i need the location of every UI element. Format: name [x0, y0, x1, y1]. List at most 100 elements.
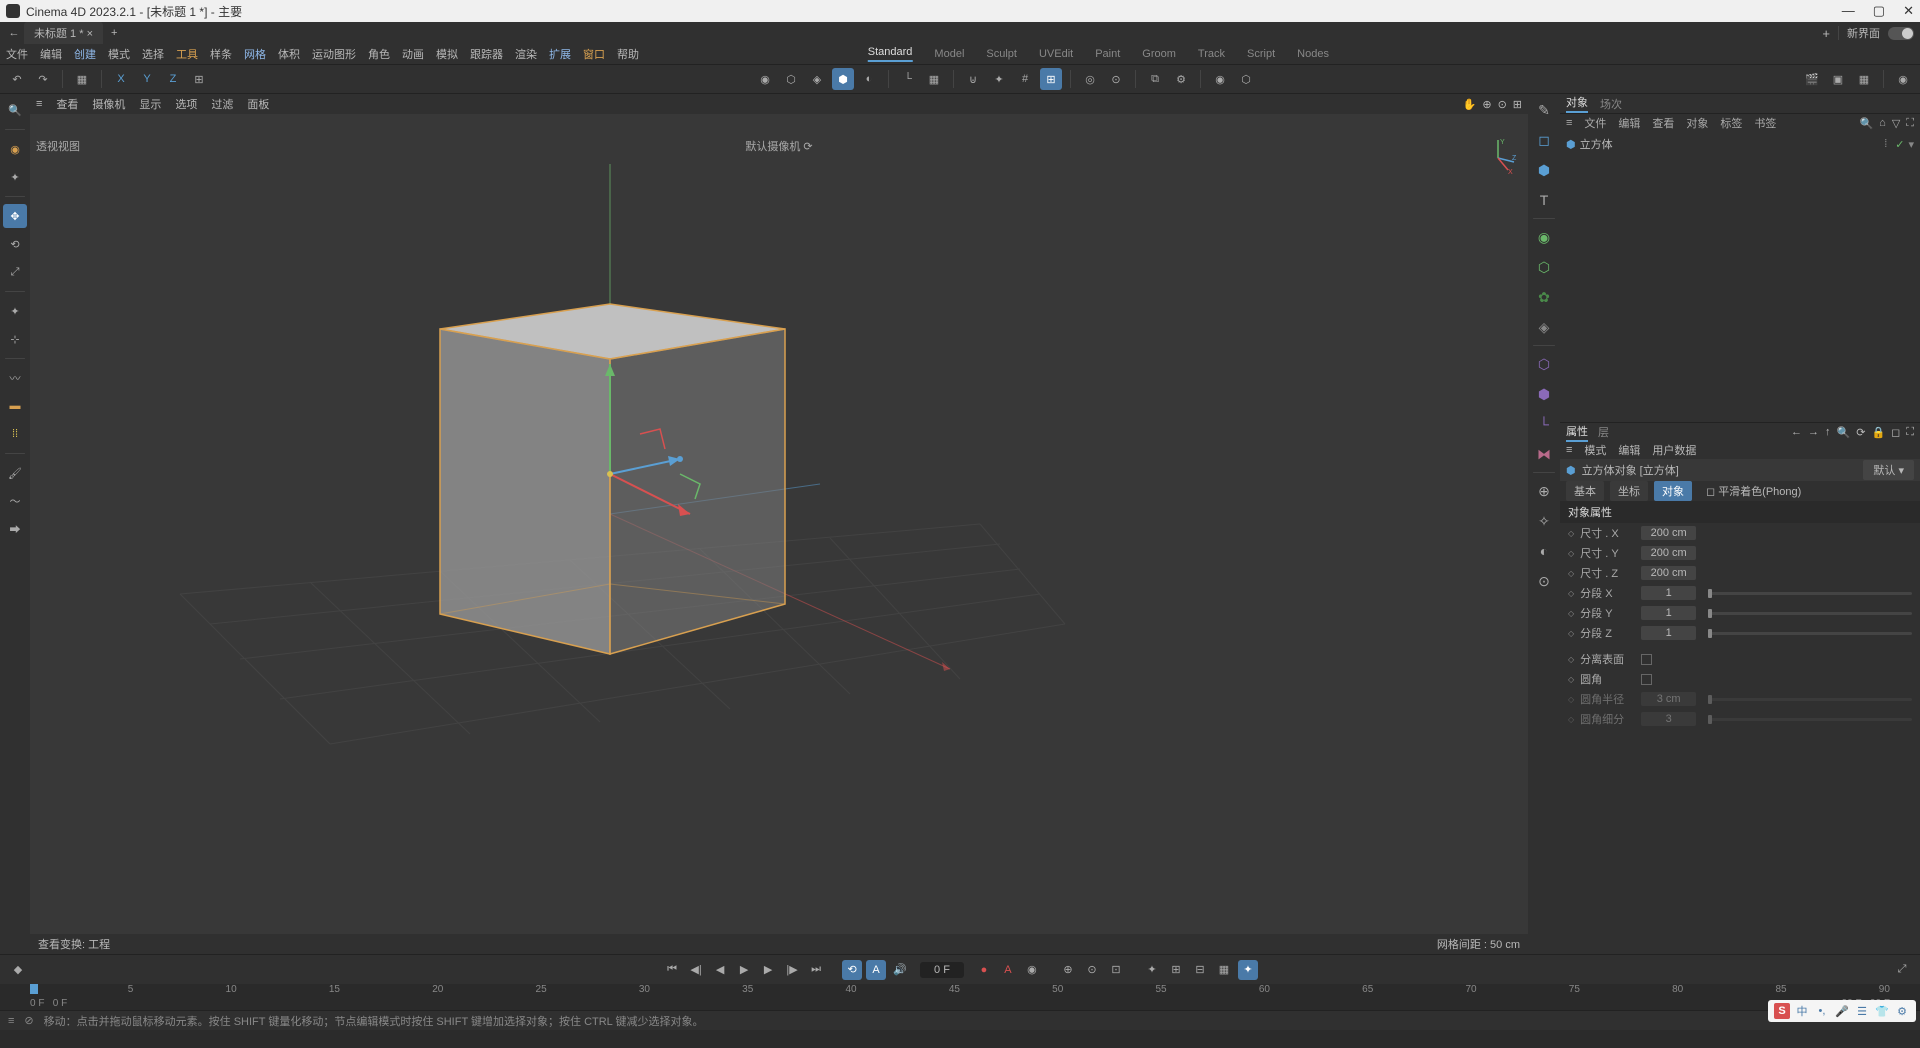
mirror-icon[interactable]: ⧉ — [1144, 68, 1166, 90]
obj-sub-tag[interactable]: 标签 — [1720, 115, 1742, 131]
poly-tool[interactable]: ▬ — [3, 394, 27, 418]
add-tab-button[interactable]: + — [103, 27, 125, 39]
point-tool[interactable]: ⁞⁞ — [3, 422, 27, 446]
cat-coord[interactable]: 坐标 — [1610, 481, 1648, 501]
menu-spline[interactable]: 样条 — [210, 46, 232, 62]
tab-layers[interactable]: 层 — [1598, 424, 1609, 440]
axis-z-button[interactable]: Z — [162, 68, 184, 90]
workspace-sculpt[interactable]: Sculpt — [986, 48, 1017, 60]
primitive-solid-icon[interactable]: ⬢ — [1532, 158, 1556, 182]
effector-icon[interactable]: ✿ — [1532, 285, 1556, 309]
viewport-menu-camera[interactable]: 摄像机 — [92, 96, 125, 112]
snap-2-icon[interactable]: ▦ — [923, 68, 945, 90]
menu-simulate[interactable]: 模拟 — [436, 46, 458, 62]
key-pos-button[interactable]: ⊕ — [1058, 960, 1078, 980]
obj-search-icon[interactable]: 🔍 — [1859, 117, 1873, 130]
minimize-button[interactable]: — — [1842, 3, 1855, 19]
axis-y-button[interactable]: Y — [136, 68, 158, 90]
menu-volume[interactable]: 体积 — [278, 46, 300, 62]
prop-field-3[interactable]: 1 — [1641, 586, 1696, 600]
sym-2-icon[interactable]: ⊙ — [1105, 68, 1127, 90]
menu-create[interactable]: 创建 — [74, 46, 96, 62]
ime-logo-icon[interactable]: S — [1774, 1003, 1790, 1019]
menu-tools[interactable]: 工具 — [176, 46, 198, 62]
obj-sub-file[interactable]: 文件 — [1584, 115, 1606, 131]
cat-basic[interactable]: 基本 — [1566, 481, 1604, 501]
prop-field-5[interactable]: 1 — [1641, 626, 1696, 640]
obj-expand-icon[interactable]: ⛶ — [1906, 117, 1914, 130]
scene-icon[interactable]: └ — [1532, 412, 1556, 436]
play-button[interactable]: ▶ — [734, 960, 754, 980]
key-anim-button[interactable]: ⊟ — [1190, 960, 1210, 980]
obj-sub-menu[interactable]: ≡ — [1566, 117, 1572, 129]
tree-item-cube[interactable]: ⬢ 立方体 ⁞ ✓ ▾ — [1566, 136, 1914, 152]
camera-icon[interactable]: ⊕ — [1532, 479, 1556, 503]
sym-1-icon[interactable]: ◎ — [1079, 68, 1101, 90]
attr-sub-edit[interactable]: 编辑 — [1618, 442, 1640, 458]
menu-window[interactable]: 窗口 — [583, 46, 605, 62]
current-frame[interactable]: 0 F — [920, 962, 964, 978]
viewport-menu-display[interactable]: 显示 — [139, 96, 161, 112]
status-menu-icon[interactable]: ≡ — [8, 1015, 14, 1027]
prop-field-0[interactable]: 200 cm — [1641, 526, 1696, 540]
key-all-button[interactable]: ▦ — [1214, 960, 1234, 980]
workspace-script[interactable]: Script — [1247, 48, 1275, 60]
cat-object[interactable]: 对象 — [1654, 481, 1692, 501]
primitive-cube-icon[interactable]: ◻ — [1532, 128, 1556, 152]
node-icon[interactable]: ⧓ — [1532, 442, 1556, 466]
snap-grid-icon[interactable]: # — [1014, 68, 1036, 90]
render-region-icon[interactable]: ▣ — [1827, 68, 1849, 90]
viewport-nav-rotate-icon[interactable]: ⊙ — [1498, 98, 1507, 111]
attr-expand-icon[interactable]: ⛶ — [1906, 426, 1914, 439]
viewport-nav-pan-icon[interactable]: ✋ — [1463, 98, 1477, 111]
key-icon[interactable]: ◆ — [8, 960, 28, 980]
tag-icon[interactable]: ⊙ — [1532, 569, 1556, 593]
attr-sub-userdata[interactable]: 用户数据 — [1652, 442, 1696, 458]
axis-tool[interactable]: ⊹ — [3, 327, 27, 351]
generator-icon[interactable]: ◉ — [1532, 225, 1556, 249]
obj-sub-bookmark[interactable]: 书签 — [1754, 115, 1776, 131]
round-radius-field[interactable]: 3 cm — [1641, 692, 1696, 706]
spline-pen-icon[interactable]: ✎ — [1532, 98, 1556, 122]
attr-sub-mode[interactable]: 模式 — [1584, 442, 1606, 458]
obj-sub-object[interactable]: 对象 — [1686, 115, 1708, 131]
ime-lang-button[interactable]: 中 — [1794, 1003, 1810, 1019]
document-tab[interactable]: 未标题 1 * × — [24, 22, 103, 44]
menu-mograph[interactable]: 运动图形 — [312, 46, 356, 62]
text-icon[interactable]: T — [1532, 188, 1556, 212]
extrude-tool[interactable]: ⮕ — [3, 517, 27, 541]
status-stop-icon[interactable]: ⊘ — [24, 1014, 33, 1027]
knife-tool[interactable]: 〜 — [3, 489, 27, 513]
menu-select[interactable]: 选择 — [142, 46, 164, 62]
attr-sub-menu[interactable]: ≡ — [1566, 444, 1572, 456]
move-tool[interactable]: ✥ — [3, 204, 27, 228]
volume-icon[interactable]: ⬢ — [1532, 382, 1556, 406]
round-radius-slider[interactable] — [1708, 698, 1912, 701]
viewport-menu-options[interactable]: 选项 — [175, 96, 197, 112]
cat-phong[interactable]: ◻ 平滑着色(Phong) — [1698, 481, 1809, 501]
menu-help[interactable]: 帮助 — [617, 46, 639, 62]
snap-4-icon[interactable]: ✦ — [988, 68, 1010, 90]
redo-button[interactable]: ↷ — [32, 68, 54, 90]
close-button[interactable]: ✕ — [1903, 3, 1914, 19]
tab-objects[interactable]: 对象 — [1566, 94, 1588, 113]
ime-settings-button[interactable]: ⚙ — [1894, 1003, 1910, 1019]
round-checkbox[interactable] — [1641, 674, 1652, 685]
visibility-icon[interactable]: ✓ — [1895, 138, 1904, 151]
menu-animate[interactable]: 动画 — [402, 46, 424, 62]
axis-world-button[interactable]: ⊞ — [188, 68, 210, 90]
attr-lock-icon[interactable]: 🔒 — [1871, 426, 1885, 439]
render-settings-icon[interactable]: ▦ — [1853, 68, 1875, 90]
attr-nav-back-icon[interactable]: ← — [1791, 426, 1802, 439]
viewport-menu-panel[interactable]: 面板 — [247, 96, 269, 112]
prev-key-button[interactable]: ◀| — [686, 960, 706, 980]
timeline-expand-button[interactable]: ⤢ — [1892, 960, 1912, 980]
deformer-icon[interactable]: ⬡ — [1532, 352, 1556, 376]
record-button[interactable]: ● — [974, 960, 994, 980]
workspace-uvedit[interactable]: UVEdit — [1039, 48, 1073, 60]
prop-field-1[interactable]: 200 cm — [1641, 546, 1696, 560]
snap-3-icon[interactable]: ⊍ — [962, 68, 984, 90]
round-sub-field[interactable]: 3 — [1641, 712, 1696, 726]
menu-file[interactable]: 文件 — [6, 46, 28, 62]
field-icon[interactable]: ◈ — [1532, 315, 1556, 339]
